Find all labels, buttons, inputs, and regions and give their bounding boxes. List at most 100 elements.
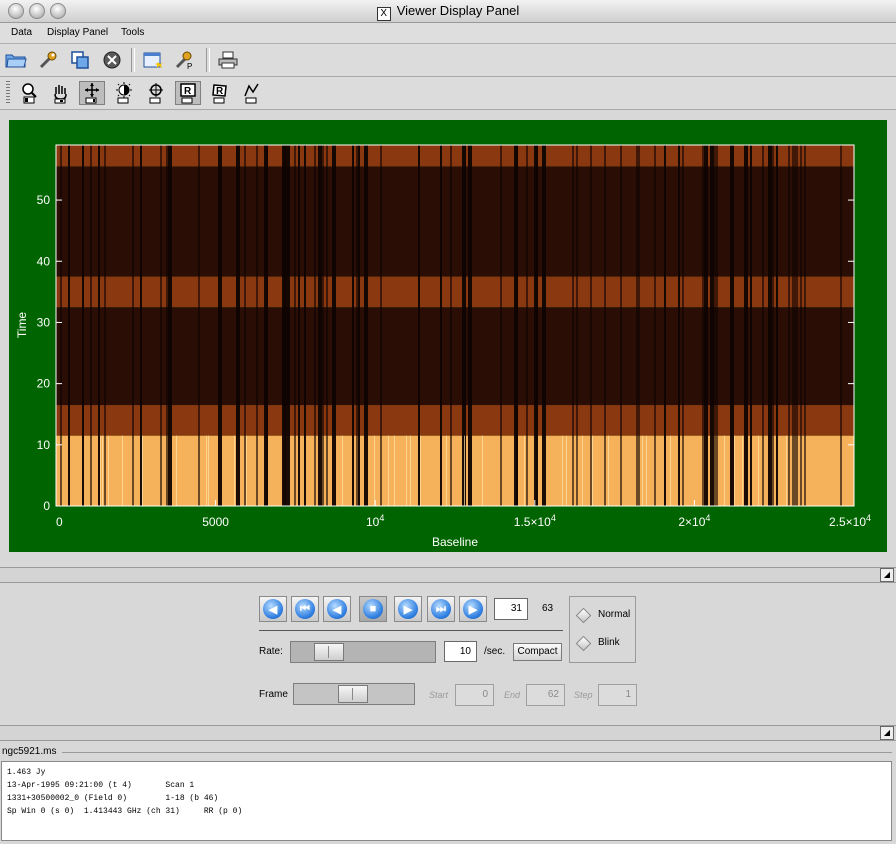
plot-dark-stripe: [304, 145, 306, 506]
x-tick-exponent: 4: [379, 513, 384, 523]
plot-dark-stripe: [714, 145, 716, 506]
frame-number-input[interactable]: 31: [494, 598, 528, 620]
raster-plot[interactable]: 0 5000 104 1.5×104 2×104 2.5×104 0 10 20 30 40 50 B…: [9, 120, 887, 552]
svg-text:P: P: [187, 62, 192, 70]
plot-dark-stripe: [198, 145, 200, 506]
step-back-fast-button[interactable]: ⏮: [291, 596, 319, 622]
end-input[interactable]: 62: [526, 684, 565, 706]
rewind-to-start-button[interactable]: ◀: [259, 596, 287, 622]
play-forward-button[interactable]: ▶: [394, 596, 422, 622]
plot-band-mid: [56, 405, 854, 436]
plot-dark-stripe: [762, 145, 764, 506]
step-forward-fast-button[interactable]: ⏭: [427, 596, 455, 622]
y-tick-label: 30: [37, 315, 51, 329]
plot-dark-stripe: [450, 145, 452, 506]
plot-bright-stripe: [446, 435, 447, 506]
open-folder-icon[interactable]: [3, 48, 29, 72]
plot-dark-stripe: [500, 145, 502, 506]
move-cross-icon[interactable]: [79, 81, 105, 105]
step-back-fast-icon: ⏮: [295, 599, 315, 619]
plot-dark-stripe: [256, 145, 258, 506]
menu-display-panel[interactable]: Display Panel: [47, 27, 108, 38]
plot-dark-stripe: [620, 145, 622, 506]
plot-band-mid: [56, 145, 854, 167]
frame-slider[interactable]: [293, 683, 415, 705]
toolbar-grip[interactable]: [6, 81, 10, 105]
new-panel-icon[interactable]: [140, 48, 166, 72]
frame-label: Frame: [259, 689, 288, 700]
plot-bright-stripe: [464, 435, 465, 506]
crosshair-icon[interactable]: [143, 81, 169, 105]
wrench-icon[interactable]: [35, 48, 61, 72]
plot-dark-stripe: [542, 145, 546, 506]
plot-dark-stripe: [298, 145, 300, 506]
y-tick-label: 40: [37, 254, 51, 268]
contrast-icon[interactable]: [111, 81, 137, 105]
plot-dark-stripe: [516, 145, 518, 506]
plot-bright-stripe: [206, 435, 207, 506]
plot-dark-stripe: [840, 145, 842, 506]
start-input[interactable]: 0: [455, 684, 494, 706]
tracking-file-name: ngc5921.ms: [2, 746, 57, 757]
toolbar-separator-2: [206, 48, 210, 72]
main-toolbar: P: [0, 44, 896, 77]
panel-divider-bottom[interactable]: ◢: [0, 725, 896, 741]
rate-slider-thumb[interactable]: [314, 643, 344, 661]
zoom-icon[interactable]: [17, 81, 43, 105]
step-input[interactable]: 1: [598, 684, 637, 706]
copy-panels-icon[interactable]: [67, 48, 93, 72]
play-forward-icon: ▶: [398, 599, 418, 619]
plot-dark-stripe: [800, 145, 802, 506]
play-backward-button[interactable]: ◀: [323, 596, 351, 622]
normal-radio[interactable]: [575, 607, 592, 624]
plot-bright-stripe: [608, 435, 609, 506]
display-canvas[interactable]: 0 5000 104 1.5×104 2×104 2.5×104 0 10 20 30 40 50 B…: [9, 120, 887, 552]
rectangle-region-icon[interactable]: R: [175, 81, 201, 105]
frame-slider-thumb[interactable]: [338, 685, 368, 703]
plot-dark-stripe: [678, 145, 680, 506]
end-label: End: [504, 690, 521, 700]
plot-bright-stripe: [246, 435, 247, 506]
step-label: Step: [574, 690, 593, 700]
blink-radio[interactable]: [575, 635, 592, 652]
printer-icon[interactable]: [215, 48, 241, 72]
plot-dark-stripe: [468, 145, 472, 506]
plot-dark-stripe: [60, 145, 62, 506]
menu-data[interactable]: Data: [11, 27, 32, 38]
collapse-arrow-icon[interactable]: ◢: [880, 568, 894, 582]
collapse-arrow-icon[interactable]: ◢: [880, 726, 894, 740]
plot-bright-stripe: [102, 435, 103, 506]
pan-hand-icon[interactable]: [48, 81, 74, 105]
step-forward-fast-icon: ⏭: [431, 599, 451, 619]
plot-dark-stripe: [266, 145, 268, 506]
rate-input[interactable]: 10: [444, 641, 477, 662]
polygon-region-icon[interactable]: R: [207, 81, 233, 105]
compact-button[interactable]: Compact: [513, 643, 562, 661]
go-to-end-button[interactable]: ▶: [459, 596, 487, 622]
plot-bright-stripe: [562, 435, 563, 506]
plot-dark-stripe: [352, 145, 354, 506]
tracking-line: 1331+30500002_0 (Field 0) 1-18 (b 46): [7, 794, 219, 803]
polyline-icon[interactable]: [239, 81, 265, 105]
plot-dark-stripe: [716, 145, 718, 506]
plot-dark-stripe: [792, 145, 794, 506]
close-circle-icon[interactable]: [99, 48, 125, 72]
plot-dark-stripe: [636, 145, 638, 506]
rate-slider[interactable]: [290, 641, 436, 663]
plot-bright-stripe: [524, 435, 525, 506]
plot-dark-stripe: [750, 145, 752, 506]
animator-rule: [259, 630, 563, 631]
plot-dark-stripe: [132, 145, 134, 506]
plot-bright-stripe: [420, 435, 421, 506]
plot-bright-stripe: [582, 435, 583, 506]
stop-button[interactable]: ■: [359, 596, 387, 622]
plot-band-mid: [56, 276, 854, 308]
plot-band-dark: [56, 307, 854, 406]
plot-bright-stripe: [234, 435, 235, 506]
panel-divider-top[interactable]: ◢: [0, 567, 896, 583]
menu-tools[interactable]: Tools: [121, 27, 144, 38]
panel-wrench-icon[interactable]: P: [172, 48, 198, 72]
plot-bright-stripe: [758, 435, 759, 506]
plot-dark-stripe: [768, 145, 772, 506]
plot-bright-stripe: [122, 435, 123, 506]
